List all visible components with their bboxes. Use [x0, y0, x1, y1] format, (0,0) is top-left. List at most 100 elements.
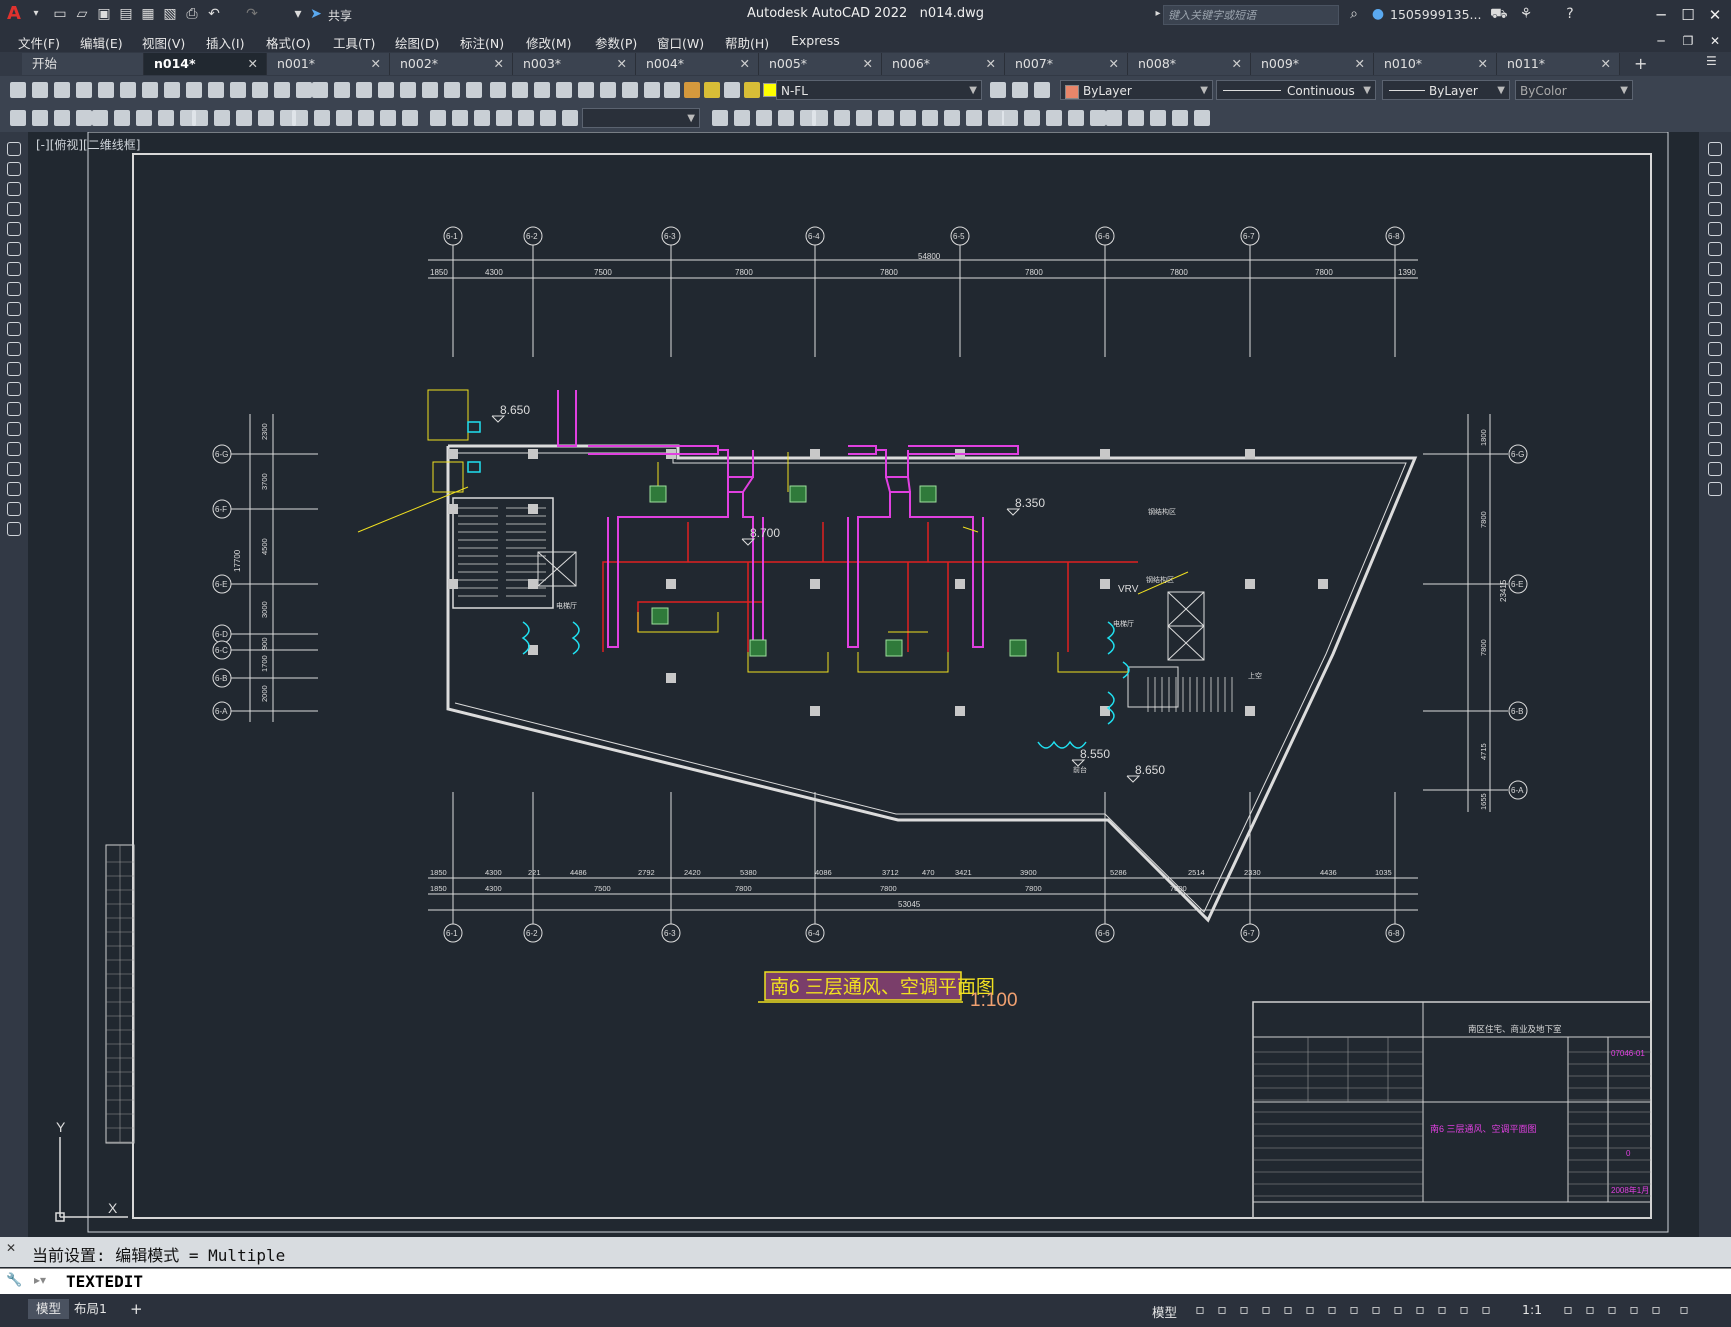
drawing-viewport[interactable]: [-][俯视][二维线框] 54800 1850 4300 7500 7800 7800 7…	[28, 132, 1699, 1237]
standard-tool-9-icon[interactable]	[186, 82, 202, 98]
doc-close-button[interactable]: ✕	[1704, 30, 1726, 52]
dim-modify-tool-30-icon[interactable]	[756, 110, 772, 126]
autodesk-app-icon[interactable]: ⚘	[1518, 6, 1534, 22]
standard-tool-5-icon[interactable]	[98, 82, 114, 98]
layer-tool-2-icon[interactable]	[1012, 82, 1028, 98]
dim-modify-tool-7-icon[interactable]	[136, 110, 152, 126]
search-icon[interactable]: ⌕	[1346, 6, 1362, 22]
standard-tool-7-icon[interactable]	[142, 82, 158, 98]
standard-tool-28-icon[interactable]	[600, 82, 616, 98]
tab-start[interactable]: 开始	[22, 53, 144, 75]
dim-modify-tool-42-icon[interactable]	[1002, 110, 1018, 126]
layout-tab-layout1[interactable]: 布局1	[66, 1299, 115, 1319]
modify-tool-8-icon[interactable]	[1708, 282, 1722, 296]
menu-window[interactable]: 窗口(W)	[657, 33, 704, 52]
standard-tool-15-icon[interactable]	[312, 82, 328, 98]
layer-tool-3-icon[interactable]	[1034, 82, 1050, 98]
dim-modify-tool-19-icon[interactable]	[380, 110, 396, 126]
modify-tool-16-icon[interactable]	[1708, 442, 1722, 456]
modify-tool-11-icon[interactable]	[1708, 342, 1722, 356]
draw-tool-15-icon[interactable]	[7, 422, 21, 436]
tab-n014[interactable]: n014* ✕	[144, 53, 267, 75]
dim-modify-tool-43-icon[interactable]	[1024, 110, 1040, 126]
menu-insert[interactable]: 插入(I)	[206, 33, 244, 52]
draw-tool-5-icon[interactable]	[7, 222, 21, 236]
lineweight-dropdown[interactable]: ByLayer ▼	[1382, 80, 1510, 100]
tab-n007[interactable]: n007* ✕	[1005, 53, 1128, 75]
dim-modify-tool-35-icon[interactable]	[856, 110, 872, 126]
close-icon[interactable]: ✕	[1478, 53, 1488, 75]
dim-modify-tool-44-icon[interactable]	[1046, 110, 1062, 126]
menu-help[interactable]: 帮助(H)	[725, 33, 769, 52]
standard-tool-26-icon[interactable]	[556, 82, 572, 98]
draw-tool-14-icon[interactable]	[7, 402, 21, 416]
dim-modify-tool-50-icon[interactable]	[1172, 110, 1188, 126]
close-icon[interactable]: ✕	[494, 53, 504, 75]
menu-edit[interactable]: 编辑(E)	[80, 33, 123, 52]
dim-modify-tool-29-icon[interactable]	[734, 110, 750, 126]
standard-tool-2-icon[interactable]	[32, 82, 48, 98]
standard-tool-32-icon[interactable]	[724, 82, 740, 98]
dim-modify-tool-33-icon[interactable]	[812, 110, 828, 126]
account-name[interactable]: 1505999135...	[1390, 7, 1481, 22]
fullscreen-icon[interactable]: ▫	[1648, 1302, 1664, 1318]
tab-n003[interactable]: n003* ✕	[513, 53, 636, 75]
draw-tool-11-icon[interactable]	[7, 342, 21, 356]
annotation-visibility-icon[interactable]: ▫	[1412, 1302, 1428, 1318]
tab-n008[interactable]: n008* ✕	[1128, 53, 1251, 75]
dim-modify-tool-15-icon[interactable]	[292, 110, 308, 126]
layer-bulb-icon[interactable]	[684, 82, 700, 98]
dim-modify-tool-6-icon[interactable]	[114, 110, 130, 126]
close-icon[interactable]: ✕	[986, 53, 996, 75]
dim-modify-tool-51-icon[interactable]	[1194, 110, 1210, 126]
user-icon[interactable]: ●	[1370, 6, 1386, 22]
standard-tool-17-icon[interactable]	[356, 82, 372, 98]
dimstyle-dropdown[interactable]: ▼	[582, 108, 700, 128]
ortho-icon[interactable]: ▫	[1258, 1302, 1274, 1318]
dim-modify-tool-27-icon[interactable]	[562, 110, 578, 126]
standard-tool-1-icon[interactable]	[10, 82, 26, 98]
close-icon[interactable]: ✕	[863, 53, 873, 75]
close-icon[interactable]: ✕	[371, 53, 381, 75]
transparency-icon[interactable]: ▫	[1368, 1302, 1384, 1318]
dim-modify-tool-16-icon[interactable]	[314, 110, 330, 126]
lineweight-icon[interactable]: ▫	[1346, 1302, 1362, 1318]
maximize-button[interactable]: ☐	[1677, 4, 1699, 26]
tab-n010[interactable]: n010* ✕	[1374, 53, 1497, 75]
draw-tool-1-icon[interactable]	[7, 142, 21, 156]
tab-list-icon[interactable]: ☰	[1706, 54, 1717, 68]
draw-tool-8-icon[interactable]	[7, 282, 21, 296]
modify-tool-4-icon[interactable]	[1708, 202, 1722, 216]
draw-tool-9-icon[interactable]	[7, 302, 21, 316]
close-window-button[interactable]: ✕	[1704, 4, 1726, 26]
dim-modify-tool-5-icon[interactable]	[92, 110, 108, 126]
workspace-icon[interactable]: ▫	[1478, 1302, 1494, 1318]
modify-tool-17-icon[interactable]	[1708, 462, 1722, 476]
linetype-dropdown[interactable]: Continuous ▼	[1216, 80, 1376, 100]
modify-tool-6-icon[interactable]	[1708, 242, 1722, 256]
dim-modify-tool-25-icon[interactable]	[518, 110, 534, 126]
dim-modify-tool-49-icon[interactable]	[1150, 110, 1166, 126]
dim-modify-tool-21-icon[interactable]	[430, 110, 446, 126]
standard-tool-11-icon[interactable]	[230, 82, 246, 98]
standard-tool-13-icon[interactable]	[274, 82, 290, 98]
draw-tool-4-icon[interactable]	[7, 202, 21, 216]
draw-tool-6-icon[interactable]	[7, 242, 21, 256]
dim-modify-tool-13-icon[interactable]	[258, 110, 274, 126]
minimize-button[interactable]: ─	[1650, 4, 1672, 26]
dim-modify-tool-37-icon[interactable]	[900, 110, 916, 126]
polar-icon[interactable]: ▫	[1280, 1302, 1296, 1318]
dim-modify-tool-45-icon[interactable]	[1068, 110, 1084, 126]
dim-modify-tool-3-icon[interactable]	[54, 110, 70, 126]
add-layout-icon[interactable]: +	[122, 1299, 151, 1319]
standard-tool-16-icon[interactable]	[334, 82, 350, 98]
grid-icon[interactable]: ▫	[1192, 1302, 1208, 1318]
draw-tool-3-icon[interactable]	[7, 182, 21, 196]
menu-express[interactable]: Express	[791, 33, 840, 48]
modify-tool-1-icon[interactable]	[1708, 142, 1722, 156]
dim-modify-tool-4-icon[interactable]	[76, 110, 92, 126]
dim-modify-tool-12-icon[interactable]	[236, 110, 252, 126]
menu-dimension[interactable]: 标注(N)	[460, 33, 504, 52]
layout-tab-model[interactable]: 模型	[28, 1299, 70, 1319]
tab-n004[interactable]: n004* ✕	[636, 53, 759, 75]
